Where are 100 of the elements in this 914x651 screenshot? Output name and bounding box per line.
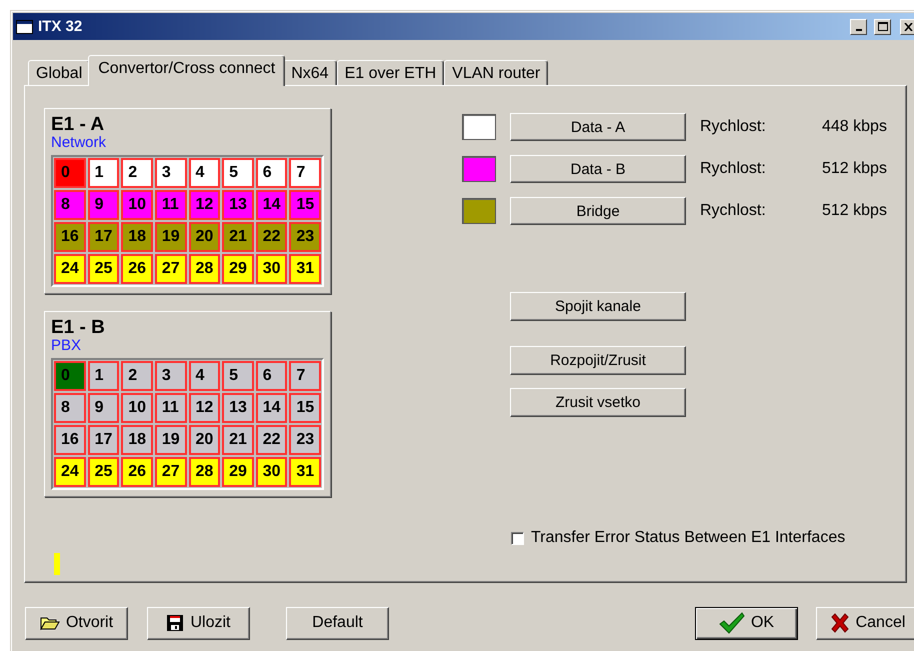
- channel-cell[interactable]: 12: [188, 393, 220, 423]
- speed-value: 448 kbps: [822, 118, 887, 136]
- folder-icon: [40, 616, 60, 630]
- channel-cell[interactable]: 29: [222, 457, 254, 487]
- footer-button[interactable]: Default: [286, 606, 389, 640]
- channel-cell[interactable]: 2: [121, 361, 153, 391]
- channel-cell[interactable]: 0: [54, 158, 86, 188]
- channel-cell[interactable]: 31: [289, 457, 321, 487]
- channel-cell[interactable]: 16: [54, 222, 86, 252]
- speed-value: 512 kbps: [822, 202, 887, 220]
- footer-button[interactable]: OK: [695, 606, 798, 640]
- maximize-icon: [878, 22, 888, 31]
- speed-label: Rychlost:: [700, 118, 767, 136]
- channel-cell[interactable]: 7: [289, 361, 321, 391]
- maximize-button[interactable]: [874, 18, 891, 34]
- channel-cell[interactable]: 15: [289, 190, 321, 220]
- speed-label: Rychlost:: [700, 160, 767, 178]
- channel-cell[interactable]: 6: [256, 361, 288, 391]
- channel-cell[interactable]: 1: [88, 158, 120, 188]
- channel-cell[interactable]: 18: [121, 222, 153, 252]
- channel-cell[interactable]: 23: [289, 425, 321, 455]
- channel-cell[interactable]: 22: [256, 222, 288, 252]
- channel-cell[interactable]: 26: [121, 457, 153, 487]
- channel-cell[interactable]: 21: [222, 425, 254, 455]
- channel-cell[interactable]: 3: [154, 158, 186, 188]
- channel-cell[interactable]: 20: [188, 425, 220, 455]
- channel-cell[interactable]: 4: [188, 361, 220, 391]
- channel-cell[interactable]: 6: [256, 158, 288, 188]
- interface-role: Network: [51, 135, 108, 151]
- channel-cell[interactable]: 10: [121, 393, 153, 423]
- close-button[interactable]: [900, 18, 914, 34]
- channel-cell[interactable]: 16: [54, 425, 86, 455]
- channel-cell[interactable]: 29: [222, 254, 254, 284]
- tab[interactable]: Nx64: [283, 60, 337, 86]
- channel-cell[interactable]: 18: [121, 425, 153, 455]
- channel-cell[interactable]: 14: [256, 393, 288, 423]
- channel-cell[interactable]: 15: [289, 393, 321, 423]
- action-button[interactable]: Spojit kanale: [510, 292, 686, 321]
- action-button[interactable]: Rozpojit/Zrusit: [510, 346, 686, 375]
- channel-type-button[interactable]: Data - A: [510, 113, 686, 141]
- channel-cell[interactable]: 13: [222, 393, 254, 423]
- check-icon: [718, 612, 745, 634]
- channel-cell[interactable]: 17: [88, 425, 120, 455]
- channel-cell[interactable]: 1: [88, 361, 120, 391]
- channel-cell[interactable]: 14: [256, 190, 288, 220]
- window-title: ITX 32: [38, 18, 84, 35]
- channel-cell[interactable]: 30: [256, 457, 288, 487]
- channel-cell[interactable]: 28: [188, 457, 220, 487]
- channel-cell[interactable]: 13: [222, 190, 254, 220]
- channel-cell[interactable]: 12: [188, 190, 220, 220]
- footer-button[interactable]: Ulozit: [147, 606, 250, 640]
- channel-cell[interactable]: 19: [154, 222, 186, 252]
- minimize-icon: [856, 28, 862, 30]
- channel-cell[interactable]: 9: [88, 393, 120, 423]
- speed-value: 512 kbps: [822, 160, 887, 178]
- channel-cell[interactable]: 5: [222, 361, 254, 391]
- channel-cell[interactable]: 28: [188, 254, 220, 284]
- channel-cell[interactable]: 8: [54, 190, 86, 220]
- channel-cell[interactable]: 26: [121, 254, 153, 284]
- channel-type-button[interactable]: Bridge: [510, 197, 686, 225]
- tab[interactable]: Global: [28, 60, 90, 86]
- interface-role: PBX: [51, 338, 82, 354]
- channel-cell[interactable]: 20: [188, 222, 220, 252]
- footer-button[interactable]: Cancel: [816, 606, 914, 640]
- channel-cell[interactable]: 11: [154, 190, 186, 220]
- tab[interactable]: VLAN router: [444, 60, 548, 86]
- channel-cell[interactable]: 25: [88, 457, 120, 487]
- channel-cell[interactable]: 5: [222, 158, 254, 188]
- checkbox[interactable]: [511, 532, 524, 544]
- channel-cell[interactable]: 17: [88, 222, 120, 252]
- interface-title: E1 - A: [51, 115, 106, 135]
- channel-cell[interactable]: 19: [154, 425, 186, 455]
- channel-type-button[interactable]: Data - B: [510, 155, 686, 183]
- window-icon: [16, 20, 33, 34]
- indicator-bar: [54, 553, 60, 575]
- channel-cell[interactable]: 27: [154, 254, 186, 284]
- channel-cell[interactable]: 21: [222, 222, 254, 252]
- action-button[interactable]: Zrusit vsetko: [510, 388, 686, 417]
- minimize-button[interactable]: [850, 18, 867, 34]
- channel-cell[interactable]: 27: [154, 457, 186, 487]
- channel-cell[interactable]: 23: [289, 222, 321, 252]
- channel-cell[interactable]: 9: [88, 190, 120, 220]
- footer-button[interactable]: Otvorit: [25, 606, 128, 640]
- speed-label: Rychlost:: [700, 202, 767, 220]
- channel-cell[interactable]: 11: [154, 393, 186, 423]
- channel-cell[interactable]: 3: [154, 361, 186, 391]
- channel-cell[interactable]: 7: [289, 158, 321, 188]
- channel-cell[interactable]: 2: [121, 158, 153, 188]
- channel-cell[interactable]: 30: [256, 254, 288, 284]
- channel-cell[interactable]: 8: [54, 393, 86, 423]
- channel-cell[interactable]: 25: [88, 254, 120, 284]
- tab[interactable]: E1 over ETH: [336, 60, 444, 86]
- tab[interactable]: Convertor/Cross connect: [88, 55, 286, 86]
- checkbox-label: Transfer Error Status Between E1 Interfaces: [531, 529, 846, 547]
- channel-cell[interactable]: 10: [121, 190, 153, 220]
- channel-cell[interactable]: 24: [54, 254, 86, 284]
- channel-cell[interactable]: 31: [289, 254, 321, 284]
- channel-cell[interactable]: 22: [256, 425, 288, 455]
- channel-cell[interactable]: 24: [54, 457, 86, 487]
- channel-cell[interactable]: 4: [188, 158, 220, 188]
